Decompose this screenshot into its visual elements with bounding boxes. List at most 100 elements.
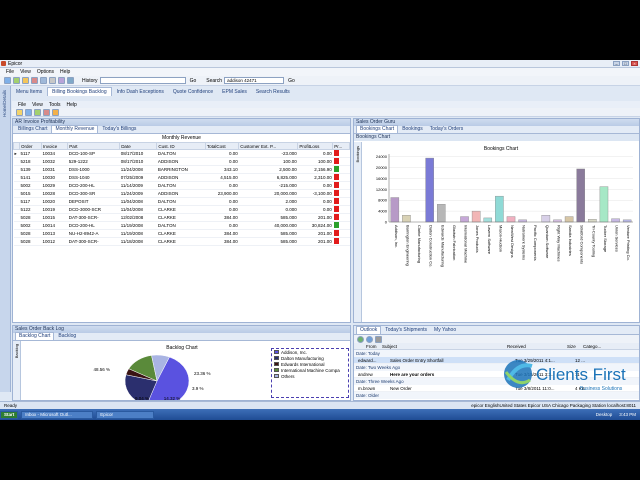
new-mail-icon[interactable] [366,335,373,343]
col-received[interactable]: Received [507,344,567,349]
red-flag-icon [333,198,339,204]
tab-my-yahoo[interactable]: My Yahoo [431,327,459,334]
forward-icon[interactable] [13,77,20,84]
taskbar-inbox[interactable]: Inbox - Microsoft Outl... [21,410,94,419]
menu-help[interactable]: Help [60,69,70,75]
cell-profit-loss: 201.00 [297,229,333,238]
layout-icon[interactable] [58,77,65,84]
print-icon[interactable] [40,77,47,84]
settings-icon[interactable] [49,77,56,84]
refresh-all-icon[interactable] [34,108,41,116]
taskbar-epicor[interactable]: Epicor [96,410,155,419]
close-icon[interactable]: × [631,61,638,66]
tab-bookings[interactable]: Bookings [399,126,426,133]
tab-backlog-chart[interactable]: Backlog Chart [15,332,55,340]
dash-menu-tools[interactable]: Tools [49,102,61,108]
col-customer-ext[interactable]: Customer Ext. P... [238,142,299,150]
taskbar-desktop[interactable]: Desktop [596,412,613,417]
table-row[interactable]: 5015 10028 DCD-300-SR 11/24/2009 ADDISON 23,9… [13,189,350,198]
legend-label: Edwards International [281,361,325,367]
tab-billings-chart[interactable]: Billings Chart [15,126,50,133]
y-tick-label: 8000 [378,198,388,203]
delete-mail-icon[interactable] [375,335,382,343]
tab-menu-items[interactable]: Menu Items [12,88,46,96]
col-pr[interactable]: Pr... [332,142,350,150]
cell-part: DCD-100-SP [67,149,120,158]
col-profit-loss[interactable]: ProfitLoss [297,142,334,150]
clear-icon[interactable] [43,108,50,116]
tab-epm-sales[interactable]: EPM Sales [218,88,251,96]
y-tick-label: 4000 [378,209,388,214]
menu-file[interactable]: File [6,69,14,75]
sales-panel-tabs: Bookings Chart Bookings Today's Orders [354,125,639,134]
table-row[interactable]: 5141 10030 DSS-1040 07/25/2009 ADDISON 4,515.… [13,173,350,182]
col-cust-id[interactable]: Cust. ID [156,142,206,150]
tab-billing-bookings-backlog[interactable]: Billing Bookings Backlog [47,87,112,96]
table-row[interactable]: 5002 10029 DCD-200-HL 11/14/2009 DALTON 0.00-… [13,181,350,190]
col-size[interactable]: Size [567,344,583,349]
table-row[interactable]: 5028 10015 DAT-300-SCR- 12/02/2008 CLARKE 384… [13,213,350,222]
tab-bookings-chart[interactable]: Bookings Chart [356,125,399,133]
table-row[interactable]: 5218 10032 529-1222 08/17/2010 ADDISON 0.00 10… [13,157,350,166]
folder-icon[interactable] [22,77,29,84]
dash-menu-file[interactable]: File [18,102,26,108]
maximize-icon[interactable]: □ [622,61,629,66]
dash-menu-help[interactable]: Help [67,102,77,108]
mail-from: andrew [358,371,373,377]
table-row[interactable]: 5122 10019 DCD-3000-SCR 11/04/2008 CLARKE 0.0… [13,205,350,214]
cell-cust-id: ADDISON [156,189,206,198]
delete-icon[interactable] [67,77,74,84]
outlook-panel: Outlook Today's Shipments My Yahoo From … [353,325,640,401]
x-tick-label: Quantum Software [545,225,550,259]
bar [553,219,562,223]
table-row[interactable]: 5117 10020 DEPOSIT 11/04/2008 DALTON 0.00 2.00… [13,197,350,206]
col-order[interactable]: Order [18,142,43,150]
cell-cust-id: DALTON [156,221,206,230]
table-row[interactable]: 5028 10013 NU-H2-8942-A 11/19/2008 CLARKE 384… [13,229,350,238]
start-button[interactable]: Start [0,410,19,419]
tab-todays-orders[interactable]: Today's Orders [427,126,466,133]
history-go-button[interactable]: Go [188,78,199,84]
save-icon[interactable] [25,108,32,116]
minimize-icon[interactable]: – [613,61,620,66]
table-row[interactable]: ▸ 5117 10034 DCD-100-SP 08/17/2010 DALTON 0.00… [13,149,350,158]
tab-info-dash-exceptions[interactable]: Info Dash Exceptions [113,88,168,96]
menu-view[interactable]: View [20,69,31,75]
table-row[interactable]: 5028 10012 DAT-300-SCR- 11/18/2008 CLARKE 384… [13,237,350,246]
history-input[interactable] [99,77,186,84]
col-category[interactable]: Catego... [583,344,601,349]
col-subject[interactable]: Subject [382,344,507,349]
table-row[interactable]: 5139 10031 DSS-1000 11/24/2008 BARRINGTON 343… [13,165,350,174]
tab-outlook[interactable]: Outlook [356,326,382,334]
col-part[interactable]: Part [67,142,121,150]
tab-todays-shipments[interactable]: Today's Shipments [382,327,430,334]
tab-todays-billings[interactable]: Today's Billings [99,126,139,133]
search-input[interactable]: addison 42471 [224,77,285,84]
publish-icon[interactable] [52,108,59,116]
col-invoice[interactable]: Invoice [41,142,69,150]
dashboard-tabs: Menu Items Billing Bookings Backlog Info… [12,86,640,96]
tab-backlog[interactable]: Backlog [55,333,79,340]
refresh-icon[interactable] [31,77,38,84]
dashboard-menubar: File View Tools Help [12,101,640,108]
menu-options[interactable]: Options [37,69,54,75]
home-details-strip[interactable]: Home/Details [0,86,11,392]
search-go-button[interactable]: Go [286,78,297,84]
tab-quote-confidence[interactable]: Quote Confidence [169,88,217,96]
col-date[interactable]: Date [119,142,158,150]
col-from[interactable]: From [354,344,382,349]
tab-search-results[interactable]: Search Results [252,88,294,96]
cell-order: 5015 [19,189,42,198]
dash-menu-view[interactable]: View [32,102,43,108]
send-receive-icon[interactable] [357,335,364,343]
backlog-side-strip[interactable]: Backlog [13,341,21,400]
ar-invoice-panel: AR Invoice Profitability Billings Chart … [12,118,351,323]
cell-date: 11/04/2008 [119,197,157,206]
back-icon[interactable] [4,77,11,84]
tab-monthly-revenue[interactable]: Monthly Revenue [51,125,99,133]
col-total-cost[interactable]: TotalCost [204,142,240,150]
new-icon[interactable] [16,108,23,116]
cell-invoice: 10029 [41,181,68,190]
bookings-side-strip[interactable]: Bookings [354,142,362,322]
table-row[interactable]: 5002 10014 DCD-200-HL 11/19/2008 DALTON 0.00 4… [13,221,350,230]
